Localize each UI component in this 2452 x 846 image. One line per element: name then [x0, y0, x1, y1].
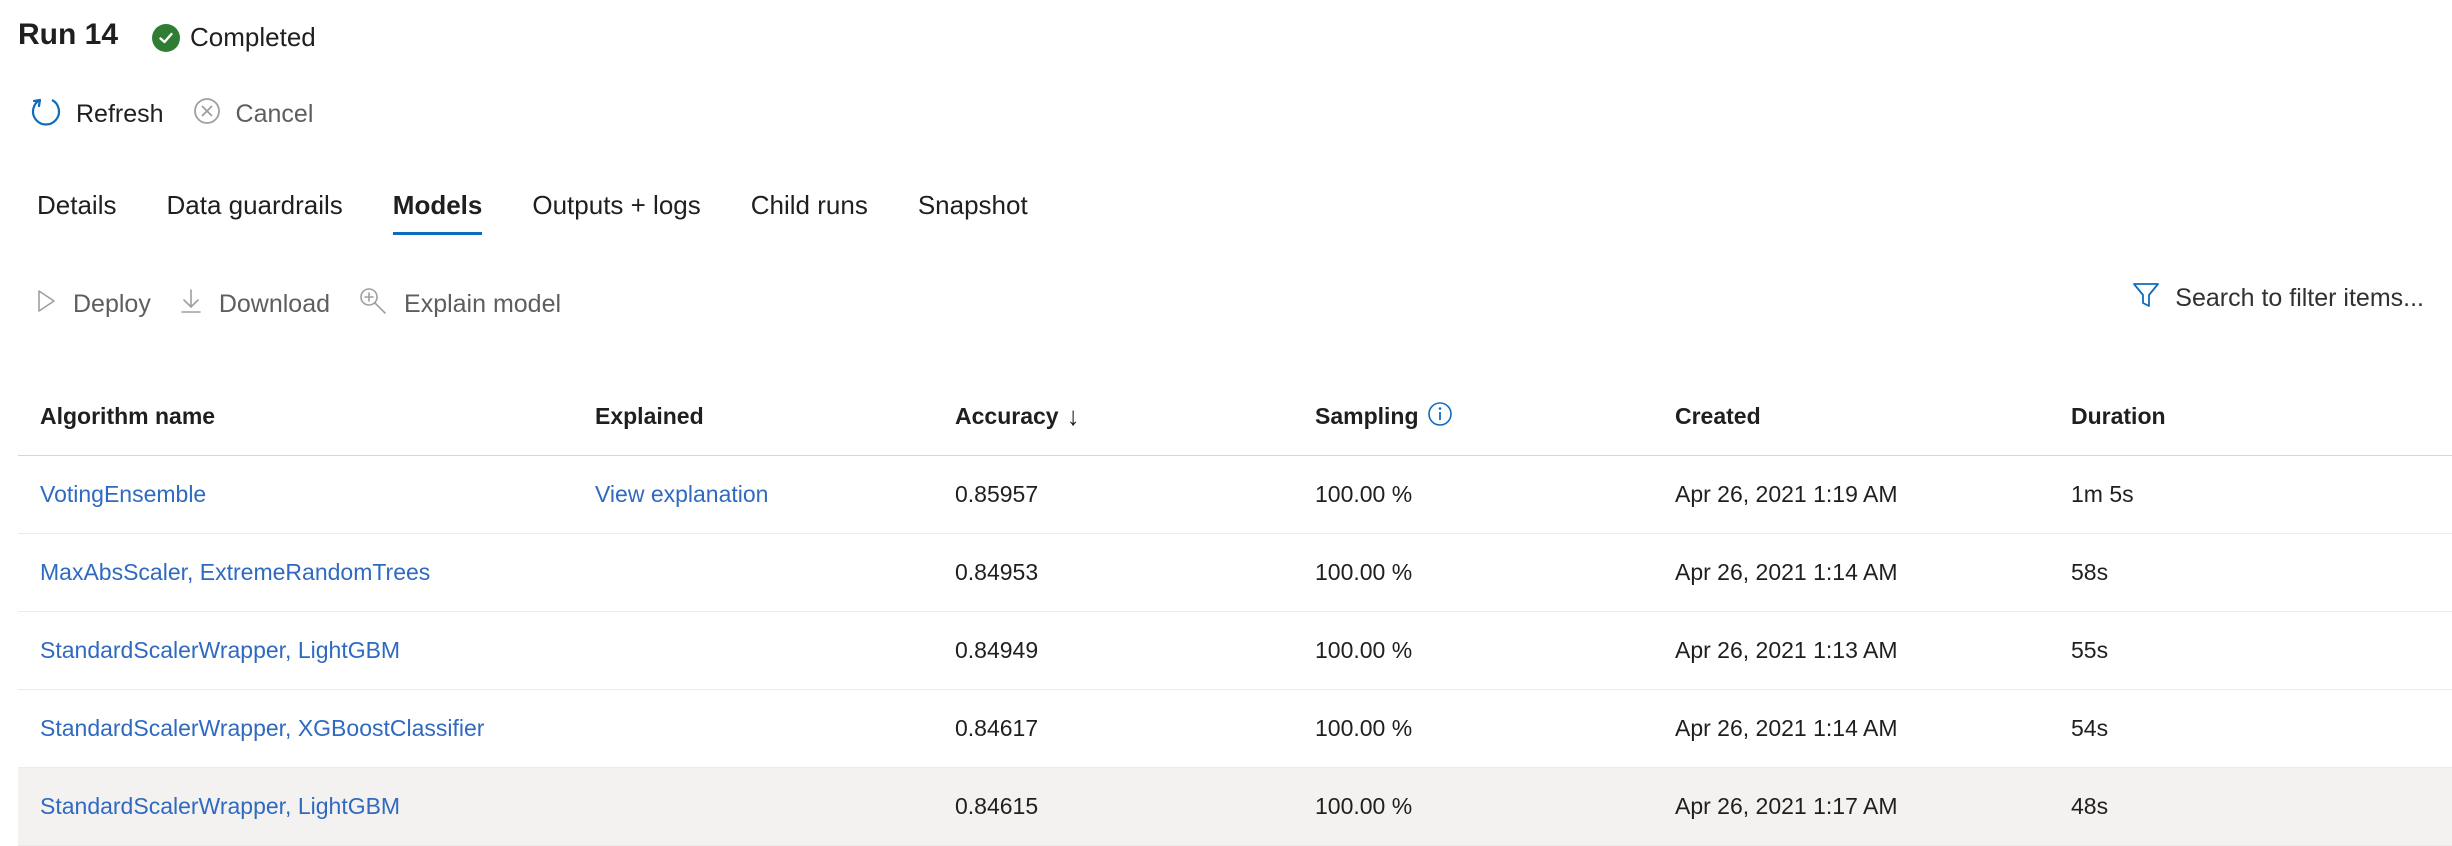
sampling-cell: 100.00 %: [1315, 793, 1413, 819]
table-header: Algorithm name Explained Accuracy ↓ Samp…: [18, 378, 2452, 456]
download-label: Download: [218, 289, 331, 318]
duration-cell: 54s: [2071, 715, 2109, 741]
created-cell: Apr 26, 2021 1:13 AM: [1675, 637, 1898, 663]
explain-label: Explain model: [404, 289, 562, 318]
filter-placeholder: Search to filter items...: [2175, 284, 2424, 312]
table-row[interactable]: StandardScalerWrapper, LightGBM 0.84949 …: [18, 612, 2452, 690]
sampling-header-label: Sampling: [1315, 403, 1419, 429]
table-row[interactable]: StandardScalerWrapper, XGBoostClassifier…: [18, 690, 2452, 768]
deploy-button[interactable]: Deploy: [35, 282, 151, 326]
refresh-label: Refresh: [76, 99, 164, 128]
table-row[interactable]: StandardScalerWrapper, LightGBM 0.84615 …: [18, 768, 2452, 846]
accuracy-cell: 0.84615: [955, 793, 1039, 819]
tab-details[interactable]: Details: [37, 190, 116, 235]
duration-cell: 55s: [2071, 637, 2109, 663]
algorithm-link[interactable]: StandardScalerWrapper, LightGBM: [18, 793, 595, 820]
accuracy-cell: 0.84949: [955, 637, 1039, 663]
refresh-button[interactable]: Refresh: [30, 92, 192, 136]
algorithm-link[interactable]: StandardScalerWrapper, LightGBM: [18, 637, 595, 664]
command-bar: Refresh Cancel: [30, 92, 341, 136]
filter-icon: [2131, 280, 2161, 317]
duration-cell: 58s: [2071, 559, 2109, 585]
download-icon: [179, 287, 203, 322]
status-label: Completed: [190, 22, 316, 52]
filter-search[interactable]: Search to filter items...: [2131, 280, 2424, 317]
sampling-cell: 100.00 %: [1315, 559, 1413, 585]
accuracy-cell: 0.84617: [955, 715, 1039, 741]
download-button[interactable]: Download: [179, 282, 330, 326]
deploy-label: Deploy: [73, 289, 151, 318]
column-header-created[interactable]: Created: [1675, 403, 2071, 430]
tab-data-guardrails[interactable]: Data guardrails: [166, 190, 342, 235]
created-cell: Apr 26, 2021 1:14 AM: [1675, 715, 1898, 741]
column-header-sampling[interactable]: Sampling: [1315, 401, 1675, 433]
column-header-accuracy[interactable]: Accuracy ↓: [955, 401, 1315, 432]
cancel-label: Cancel: [235, 99, 314, 128]
zoom-in-icon: [358, 286, 388, 323]
models-table: Algorithm name Explained Accuracy ↓ Samp…: [18, 378, 2452, 846]
page-title: Run 14: [18, 18, 119, 51]
explain-model-button[interactable]: Explain model: [358, 282, 561, 326]
table-row[interactable]: MaxAbsScaler, ExtremeRandomTrees 0.84953…: [18, 534, 2452, 612]
tab-outputs-logs[interactable]: Outputs + logs: [532, 190, 700, 235]
play-icon: [35, 288, 57, 321]
created-cell: Apr 26, 2021 1:17 AM: [1675, 793, 1898, 819]
sampling-cell: 100.00 %: [1315, 481, 1413, 507]
column-header-algorithm[interactable]: Algorithm name: [18, 403, 595, 430]
info-icon[interactable]: [1427, 401, 1453, 433]
column-header-duration[interactable]: Duration: [2071, 403, 2452, 430]
sampling-cell: 100.00 %: [1315, 637, 1413, 663]
created-cell: Apr 26, 2021 1:19 AM: [1675, 481, 1898, 507]
tab-bar: Details Data guardrails Models Outputs +…: [37, 190, 1078, 235]
table-row[interactable]: VotingEnsemble View explanation 0.85957 …: [18, 456, 2452, 534]
algorithm-link[interactable]: MaxAbsScaler, ExtremeRandomTrees: [18, 559, 595, 586]
tab-snapshot[interactable]: Snapshot: [918, 190, 1028, 235]
sampling-cell: 100.00 %: [1315, 715, 1413, 741]
success-check-icon: [152, 23, 180, 52]
cancel-button[interactable]: Cancel: [192, 92, 342, 136]
duration-cell: 48s: [2071, 793, 2109, 819]
accuracy-cell: 0.85957: [955, 481, 1039, 507]
view-explanation-link[interactable]: View explanation: [595, 481, 955, 508]
tab-child-runs[interactable]: Child runs: [751, 190, 868, 235]
column-header-explained[interactable]: Explained: [595, 403, 955, 430]
refresh-icon: [30, 95, 62, 134]
tab-models[interactable]: Models: [392, 190, 482, 235]
created-cell: Apr 26, 2021 1:14 AM: [1675, 559, 1898, 585]
accuracy-header-label: Accuracy: [955, 403, 1059, 429]
algorithm-link[interactable]: StandardScalerWrapper, XGBoostClassifier: [18, 715, 595, 742]
duration-cell: 1m 5s: [2071, 481, 2134, 507]
algorithm-link[interactable]: VotingEnsemble: [18, 481, 595, 508]
sort-descending-icon: ↓: [1066, 401, 1080, 431]
models-toolbar: Deploy Download Explain model: [35, 282, 589, 326]
run-status: Completed: [152, 22, 316, 53]
cancel-icon: [192, 96, 222, 133]
accuracy-cell: 0.84953: [955, 559, 1039, 585]
